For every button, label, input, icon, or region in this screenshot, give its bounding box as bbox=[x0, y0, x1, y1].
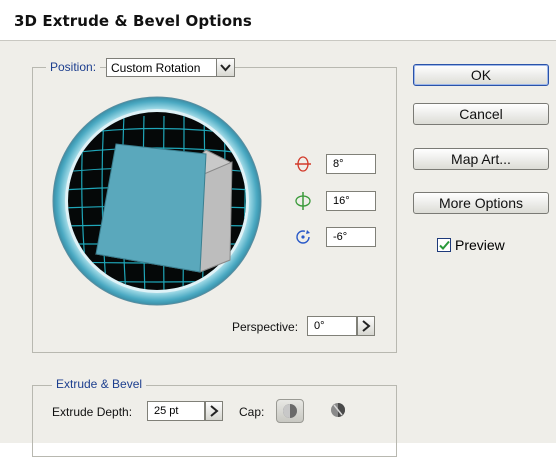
dropdown-arrow-icon[interactable] bbox=[216, 58, 235, 77]
cap-on-button[interactable] bbox=[276, 399, 304, 423]
cap-off-icon bbox=[331, 403, 345, 417]
rotation-z-value: -6° bbox=[333, 231, 348, 243]
rotate-x-axis-icon bbox=[293, 154, 313, 174]
ok-button[interactable]: OK bbox=[413, 64, 549, 86]
map-art-button[interactable]: Map Art... bbox=[413, 148, 549, 170]
rotation-x-value: 8° bbox=[333, 158, 344, 170]
extrude-depth-value: 25 pt bbox=[154, 405, 179, 417]
stepper-arrow-icon bbox=[362, 320, 371, 332]
cancel-button[interactable]: Cancel bbox=[413, 103, 549, 125]
rotation-y-value: 16° bbox=[333, 195, 350, 207]
rotate-y-axis-icon bbox=[293, 191, 313, 211]
perspective-label: Perspective: bbox=[232, 320, 299, 334]
extrude-depth-stepper[interactable] bbox=[205, 401, 223, 421]
rotate-z-axis-icon bbox=[293, 227, 313, 247]
preview-checkbox[interactable] bbox=[437, 238, 451, 252]
perspective-value: 0° bbox=[314, 320, 325, 332]
position-preset-value: Custom Rotation bbox=[111, 61, 201, 75]
rotation-track-cube[interactable] bbox=[52, 96, 262, 306]
cap-off-button[interactable] bbox=[325, 399, 351, 423]
extrude-depth-label: Extrude Depth: bbox=[52, 405, 133, 419]
dialog-title: 3D Extrude & Bevel Options bbox=[14, 12, 252, 30]
stepper-arrow-icon bbox=[210, 405, 219, 417]
cube-shape bbox=[94, 143, 233, 273]
rotation-x-field[interactable]: 8° bbox=[326, 154, 376, 174]
cap-on-icon bbox=[283, 404, 297, 418]
extrude-depth-field[interactable]: 25 pt bbox=[147, 401, 205, 421]
perspective-stepper[interactable] bbox=[357, 316, 375, 336]
rotation-z-field[interactable]: -6° bbox=[326, 227, 376, 247]
title-bar: 3D Extrude & Bevel Options bbox=[0, 0, 556, 40]
position-label: Position: bbox=[46, 60, 101, 74]
perspective-field[interactable]: 0° bbox=[307, 316, 357, 336]
extrude-bevel-label: Extrude & Bevel bbox=[52, 377, 147, 391]
preview-label[interactable]: Preview bbox=[455, 237, 505, 253]
position-preset-select[interactable]: Custom Rotation bbox=[106, 58, 235, 77]
title-divider bbox=[0, 40, 556, 41]
checkmark-icon bbox=[439, 240, 450, 250]
extrude-bevel-dialog: 3D Extrude & Bevel Options Position: Cus… bbox=[0, 0, 556, 457]
rotation-y-field[interactable]: 16° bbox=[326, 191, 376, 211]
cap-label: Cap: bbox=[239, 405, 265, 419]
more-options-button[interactable]: More Options bbox=[413, 192, 549, 214]
